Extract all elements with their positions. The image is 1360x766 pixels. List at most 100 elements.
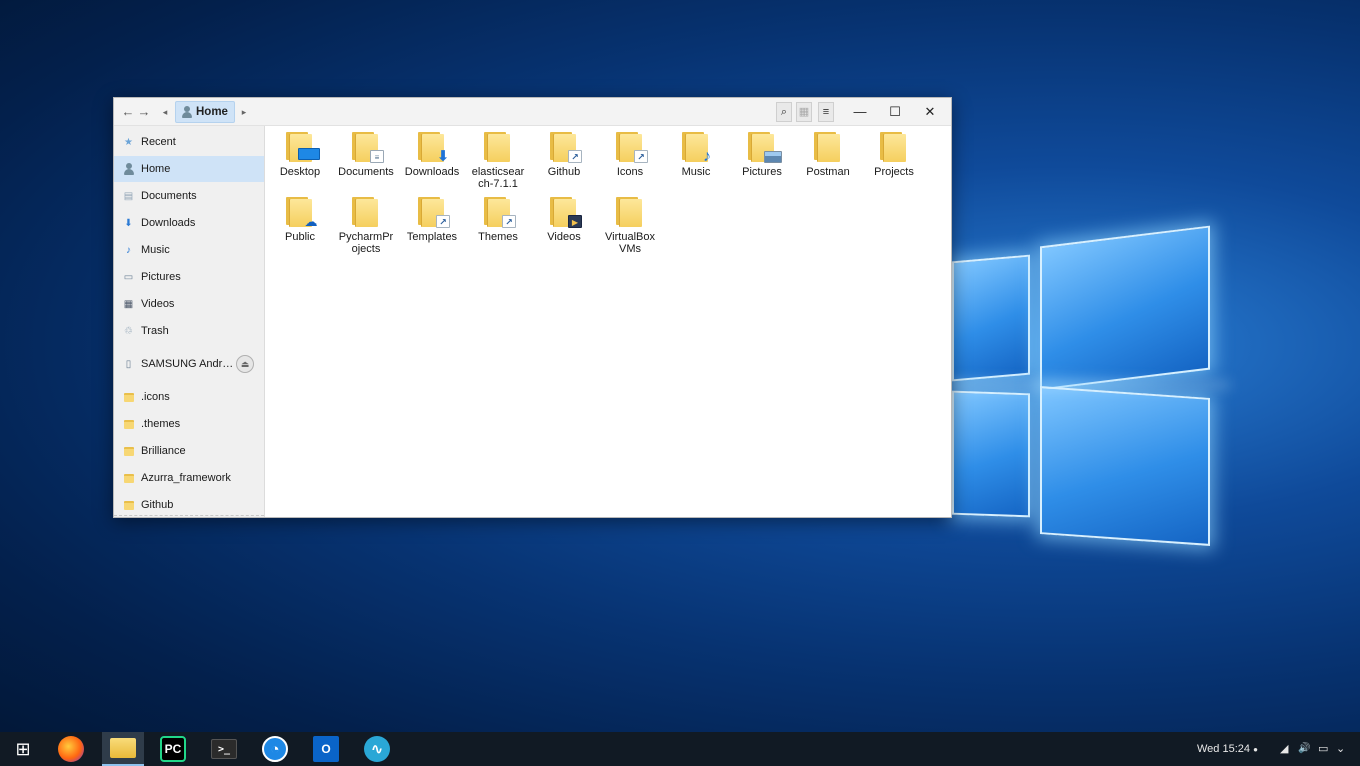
eject-button[interactable]: ⏏ (236, 355, 254, 373)
home-icon (123, 163, 134, 175)
sidebar-item-label: Music (141, 244, 170, 256)
sidebar-item-pictures[interactable]: ▭ Pictures (114, 264, 264, 290)
tray-expand-icon[interactable]: ⌄ (1336, 732, 1345, 766)
volume-icon[interactable]: 🔊 (1298, 732, 1310, 766)
file-label: Documents (338, 166, 394, 178)
sidebar-bookmark[interactable]: .icons (114, 384, 264, 410)
trash-icon: ♲ (124, 325, 133, 337)
folder-icon (748, 132, 782, 163)
folder-icon (814, 132, 842, 162)
folder-icon: ☁ (286, 197, 318, 228)
document-icon: ▤ (123, 190, 134, 202)
maximize-button[interactable]: ☐ (885, 102, 905, 122)
folder-item-pictures[interactable]: Pictures (730, 126, 794, 178)
taskbar-app-audio[interactable]: ∿ (356, 732, 398, 766)
file-label: Public (285, 231, 315, 243)
sidebar-item-label: Trash (141, 325, 169, 337)
sidebar-item-home[interactable]: Home (114, 156, 264, 182)
folder-item-pycharmprojects[interactable]: PycharmPr ojects (334, 191, 398, 255)
sidebar-bookmark[interactable]: Azurra_framework (114, 465, 264, 491)
file-label: Pictures (742, 166, 782, 178)
folder-item-themes[interactable]: ↗ Themes (466, 191, 530, 243)
close-button[interactable]: ✕ (920, 102, 940, 122)
sidebar-item-recent[interactable]: ★ Recent (114, 129, 264, 155)
back-button[interactable]: ← (120, 102, 136, 122)
star-icon: ★ (124, 136, 133, 148)
taskbar-app-files[interactable] (102, 732, 144, 766)
sidebar-item-label: Recent (141, 136, 176, 148)
clock-icon: ◔ (262, 736, 288, 762)
start-button[interactable]: ⊞ (2, 732, 44, 766)
folder-icon: ≡ (352, 132, 384, 163)
notification-dot-icon: ● (1253, 745, 1258, 754)
breadcrumb-home[interactable]: Home (175, 101, 235, 123)
folder-item-music[interactable]: ♪ Music (664, 126, 728, 178)
taskbar-app-firefox[interactable] (50, 732, 92, 766)
folder-item-elasticsearch[interactable]: elasticsear ch-7.1.1 (466, 126, 530, 190)
file-manager-window: ← → ◂ Home ▸ ⌕ ▦ ≡ — ☐ ✕ ★ Recent Home ▤… (113, 97, 952, 518)
folder-icon (484, 132, 512, 162)
taskbar: ⊞ PC >_ ◔ O ∿ Wed 15:24 ● ◢ 🔊 ▭ ⌄ (0, 732, 1360, 766)
sidebar-item-label: Home (141, 163, 171, 175)
terminal-icon: >_ (211, 739, 237, 759)
folder-item-public[interactable]: ☁ Public (268, 191, 332, 243)
sidebar-item-downloads[interactable]: ⬇ Downloads (114, 210, 264, 236)
folder-icon: ↗ (418, 197, 450, 228)
breadcrumb-right-button[interactable]: ▸ (238, 102, 250, 122)
folder-item-desktop[interactable]: Desktop (268, 126, 332, 178)
sidebar-item-label: Documents (141, 190, 197, 202)
phone-icon: ▯ (125, 358, 132, 370)
folder-icon: ⬇ (418, 132, 449, 164)
breadcrumb-left-button[interactable]: ◂ (159, 102, 171, 122)
folder-icon (286, 132, 320, 162)
firefox-icon (58, 736, 84, 762)
folder-item-documents[interactable]: ≡ Documents (334, 126, 398, 178)
folder-item-templates[interactable]: ↗ Templates (400, 191, 464, 243)
folder-icon: ♪ (682, 132, 711, 165)
file-label: Themes (478, 231, 518, 243)
sidebar-item-label: .icons (141, 391, 170, 403)
taskbar-app-timer[interactable]: ◔ (254, 732, 296, 766)
taskbar-app-terminal[interactable]: >_ (203, 732, 245, 766)
file-label: Videos (547, 231, 581, 243)
taskbar-app-outlook[interactable]: O (305, 732, 347, 766)
search-button[interactable]: ⌕ (776, 102, 792, 122)
folder-icon (123, 392, 134, 403)
sidebar-item-label: Github (141, 499, 174, 511)
icon-view-button[interactable]: ▦ (796, 102, 812, 122)
folder-item-videos[interactable]: ▶ Videos (532, 191, 596, 243)
folder-item-icons[interactable]: ↗ Icons (598, 126, 662, 178)
menu-button[interactable]: ≡ (818, 102, 834, 122)
sidebar-item-label: .themes (141, 418, 181, 430)
folder-item-github[interactable]: ↗ Github (532, 126, 596, 178)
sidebar-item-documents[interactable]: ▤ Documents (114, 183, 264, 209)
outlook-icon: O (313, 736, 339, 762)
sidebar-item-music[interactable]: ♪ Music (114, 237, 264, 263)
sidebar-item-label: Azurra_framework (141, 472, 231, 484)
file-label: Github (547, 166, 581, 178)
folder-icon (616, 197, 644, 227)
folder-icon: ▶ (550, 197, 582, 228)
file-label-line2: VMs (619, 243, 641, 255)
sidebar-bookmark[interactable]: Brilliance (114, 438, 264, 464)
folder-item-downloads[interactable]: ⬇ Downloads (400, 126, 464, 178)
folder-item-postman[interactable]: Postman (796, 126, 860, 178)
sidebar-item-label: Brilliance (141, 445, 186, 457)
network-icon[interactable]: ◢ (1280, 732, 1288, 766)
folder-item-projects[interactable]: Projects (862, 126, 926, 178)
file-label: Music (681, 166, 711, 178)
clock-text: Wed 15:24 (1197, 743, 1251, 755)
sidebar-item-trash[interactable]: ♲ Trash (114, 318, 264, 344)
file-label: Postman (806, 166, 850, 178)
clock[interactable]: Wed 15:24 ● (1197, 732, 1258, 766)
battery-icon[interactable]: ▭ (1318, 732, 1328, 766)
minimize-button[interactable]: — (850, 102, 870, 122)
folder-icon: ↗ (616, 132, 648, 163)
folder-item-virtualbox-vms[interactable]: VirtualBox VMs (598, 191, 662, 255)
forward-button[interactable]: → (136, 102, 152, 122)
sidebar-item-label: Pictures (141, 271, 181, 283)
taskbar-app-pycharm[interactable]: PC (152, 732, 194, 766)
file-label-line2: ojects (351, 243, 381, 255)
sidebar-item-videos[interactable]: ▦ Videos (114, 291, 264, 317)
sidebar-bookmark[interactable]: .themes (114, 411, 264, 437)
